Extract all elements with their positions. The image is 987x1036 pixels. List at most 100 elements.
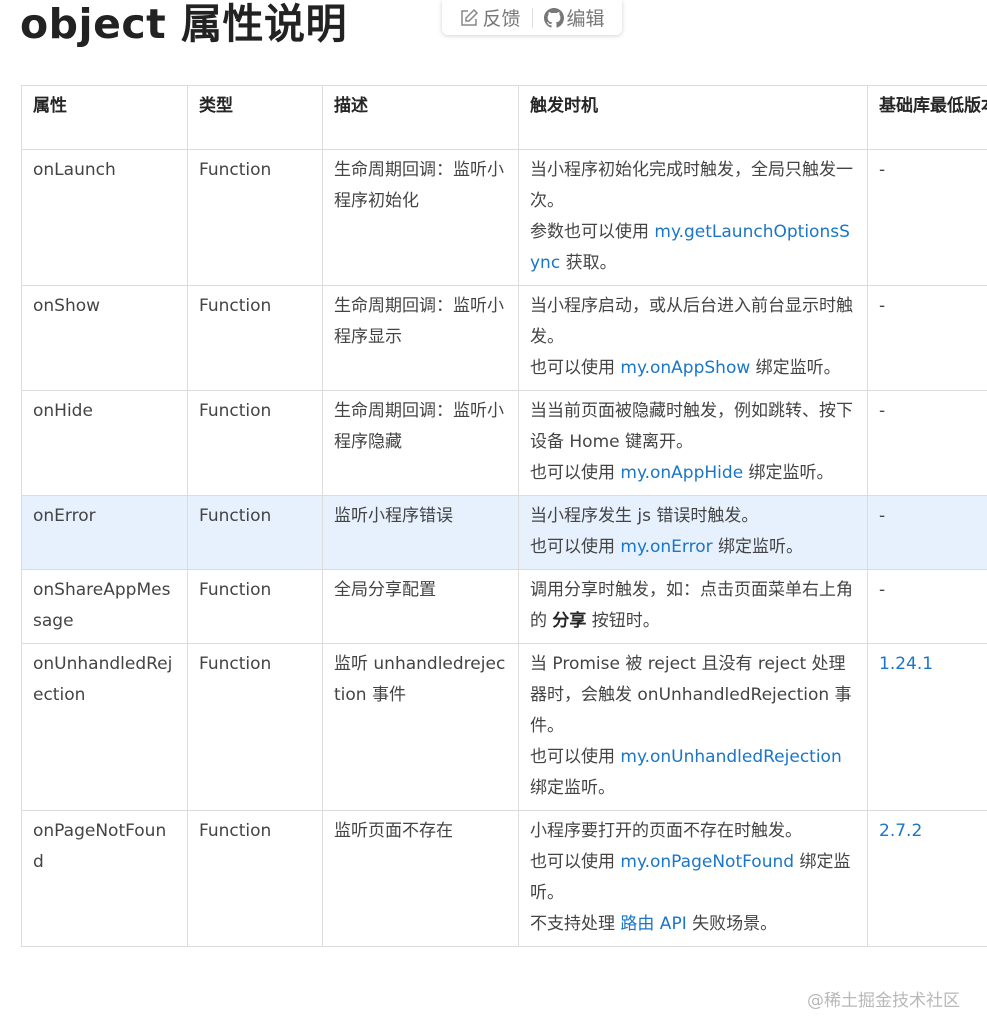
cell-trigger: 调用分享时触发，如：点击页面菜单右上角的 分享 按钮时。: [518, 569, 868, 644]
cell-property-name: onError: [21, 495, 188, 570]
trigger-text: 失败场景。: [686, 914, 778, 934]
header-description: 描述: [322, 85, 519, 150]
cell-min-version: -: [867, 569, 987, 644]
table-row: onShareAppMessage Function 全局分享配置 调用分享时触发，如…: [21, 569, 987, 644]
trigger-text: 绑定监听。: [712, 537, 804, 557]
cell-type: Function: [187, 390, 323, 496]
feedback-button[interactable]: 反馈: [459, 4, 521, 31]
properties-table: 属性 类型 描述 触发时机 基础库最低版本 onLaunch Function 生命…: [21, 85, 987, 947]
table-body: onLaunch Function 生命周期回调：监听小程序初始化 当小程序初始化完成…: [21, 149, 987, 947]
trigger-text: 小程序要打开的页面不存在时触发。: [530, 821, 802, 841]
api-link[interactable]: my.onUnhandledRejection: [620, 747, 841, 767]
api-link[interactable]: my.onError: [620, 537, 712, 557]
feedback-label: 反馈: [482, 8, 521, 30]
edit-icon: [459, 8, 479, 28]
trigger-text: 也可以使用: [530, 463, 621, 483]
header-min-version: 基础库最低版本: [867, 85, 987, 150]
trigger-text: 绑定监听。: [743, 463, 834, 483]
cell-description: 监听 unhandledrejection 事件: [322, 643, 519, 811]
cell-property-name: onUnhandledRejection: [21, 643, 188, 811]
cell-min-version: -: [867, 495, 987, 570]
cell-description: 生命周期回调：监听小程序初始化: [322, 149, 519, 286]
api-link[interactable]: my.onAppShow: [620, 358, 750, 378]
trigger-paragraph: 当小程序初始化完成时触发，全局只触发一次。: [530, 155, 856, 217]
header-property: 属性: [21, 85, 188, 150]
trigger-paragraph: 小程序要打开的页面不存在时触发。: [530, 816, 856, 847]
version-text: -: [879, 296, 886, 316]
version-text: -: [879, 580, 886, 600]
cell-min-version: 2.7.2: [867, 810, 987, 947]
trigger-paragraph: 参数也可以使用 my.getLaunchOptionsSync 获取。: [530, 217, 856, 279]
cell-min-version: -: [867, 285, 987, 391]
trigger-paragraph: 也可以使用 my.onAppHide 绑定监听。: [530, 458, 856, 489]
trigger-text: 不支持处理: [530, 914, 621, 934]
cell-trigger: 小程序要打开的页面不存在时触发。 也可以使用 my.onPageNotFound …: [518, 810, 868, 947]
cell-min-version: -: [867, 390, 987, 496]
trigger-text: 当小程序发生 js 错误时触发。: [530, 506, 759, 526]
trigger-text: 也可以使用: [530, 537, 621, 557]
cell-trigger: 当小程序初始化完成时触发，全局只触发一次。参数也可以使用 my.getLaunc…: [518, 149, 868, 286]
trigger-paragraph: 当当前页面被隐藏时触发，例如跳转、按下设备 Home 键离开。: [530, 396, 856, 458]
cell-property-name: onHide: [21, 390, 188, 496]
watermark: @稀土掘金技术社区: [807, 991, 960, 1011]
table-row: onHide Function 生命周期回调：监听小程序隐藏 当当前页面被隐藏时触发，…: [21, 390, 987, 496]
cell-type: Function: [187, 495, 323, 570]
api-link[interactable]: my.onAppHide: [620, 463, 743, 483]
version-text: -: [879, 401, 886, 421]
version-text: -: [879, 506, 886, 526]
edit-button[interactable]: 编辑: [543, 4, 605, 31]
page-title: object 属性说明: [20, 0, 348, 48]
trigger-text: 当 Promise 被 reject 且没有 reject 处理器时，会触发 o…: [530, 654, 852, 736]
cell-type: Function: [187, 810, 323, 947]
cell-description: 监听小程序错误: [322, 495, 519, 570]
doc-toolbar: 反馈 编辑: [442, 0, 622, 35]
table-header-row: 属性 类型 描述 触发时机 基础库最低版本: [21, 85, 987, 150]
cell-trigger: 当当前页面被隐藏时触发，例如跳转、按下设备 Home 键离开。也可以使用 my.…: [518, 390, 868, 496]
cell-property-name: onPageNotFound: [21, 810, 188, 947]
trigger-paragraph: 调用分享时触发，如：点击页面菜单右上角的 分享 按钮时。: [530, 575, 856, 637]
trigger-text: 也可以使用: [530, 747, 621, 767]
trigger-paragraph: 当小程序发生 js 错误时触发。: [530, 501, 856, 532]
trigger-text: 绑定监听。: [750, 358, 841, 378]
trigger-paragraph: 当小程序启动，或从后台进入前台显示时触发。: [530, 291, 856, 353]
api-link[interactable]: my.onPageNotFound: [620, 852, 794, 872]
cell-property-name: onShow: [21, 285, 188, 391]
trigger-text: 也可以使用: [530, 358, 621, 378]
cell-description: 监听页面不存在: [322, 810, 519, 947]
trigger-text: 绑定监听。: [530, 778, 615, 798]
trigger-text: 获取。: [560, 253, 617, 273]
cell-type: Function: [187, 149, 323, 286]
cell-description: 生命周期回调：监听小程序隐藏: [322, 390, 519, 496]
trigger-text: 当小程序初始化完成时触发，全局只触发一次。: [530, 160, 853, 211]
api-link[interactable]: 路由 API: [620, 914, 686, 934]
emphasis-text: 分享: [552, 611, 587, 631]
table-row: onError Function 监听小程序错误 当小程序发生 js 错误时触发。 也可…: [21, 495, 987, 570]
header-trigger: 触发时机: [518, 85, 868, 150]
github-icon: [543, 7, 564, 28]
trigger-paragraph: 不支持处理 路由 API 失败场景。: [530, 909, 856, 940]
table-row: onLaunch Function 生命周期回调：监听小程序初始化 当小程序初始化完成…: [21, 149, 987, 286]
cell-type: Function: [187, 569, 323, 644]
cell-type: Function: [187, 285, 323, 391]
table-row: onPageNotFound Function 监听页面不存在 小程序要打开的页面不存…: [21, 810, 987, 947]
cell-trigger: 当小程序启动，或从后台进入前台显示时触发。也可以使用 my.onAppShow …: [518, 285, 868, 391]
trigger-paragraph: 也可以使用 my.onError 绑定监听。: [530, 532, 856, 563]
table-row: onShow Function 生命周期回调：监听小程序显示 当小程序启动，或从后台进…: [21, 285, 987, 391]
header-type: 类型: [187, 85, 323, 150]
cell-min-version: -: [867, 149, 987, 286]
cell-trigger: 当 Promise 被 reject 且没有 reject 处理器时，会触发 o…: [518, 643, 868, 811]
version-link[interactable]: 2.7.2: [879, 821, 922, 841]
cell-trigger: 当小程序发生 js 错误时触发。 也可以使用 my.onError 绑定监听。: [518, 495, 868, 570]
trigger-text: 参数也可以使用: [530, 222, 655, 242]
trigger-paragraph: 也可以使用 my.onAppShow 绑定监听。: [530, 353, 856, 384]
version-link[interactable]: 1.24.1: [879, 654, 933, 674]
cell-type: Function: [187, 643, 323, 811]
cell-min-version: 1.24.1: [867, 643, 987, 811]
trigger-text: 按钮时。: [586, 611, 660, 631]
trigger-text: 当小程序启动，或从后台进入前台显示时触发。: [530, 296, 853, 347]
cell-description: 生命周期回调：监听小程序显示: [322, 285, 519, 391]
cell-description: 全局分享配置: [322, 569, 519, 644]
toolbar-divider: [531, 7, 533, 28]
trigger-paragraph: 当 Promise 被 reject 且没有 reject 处理器时，会触发 o…: [530, 649, 856, 742]
trigger-text: 当当前页面被隐藏时触发，例如跳转、按下设备 Home 键离开。: [530, 401, 853, 452]
